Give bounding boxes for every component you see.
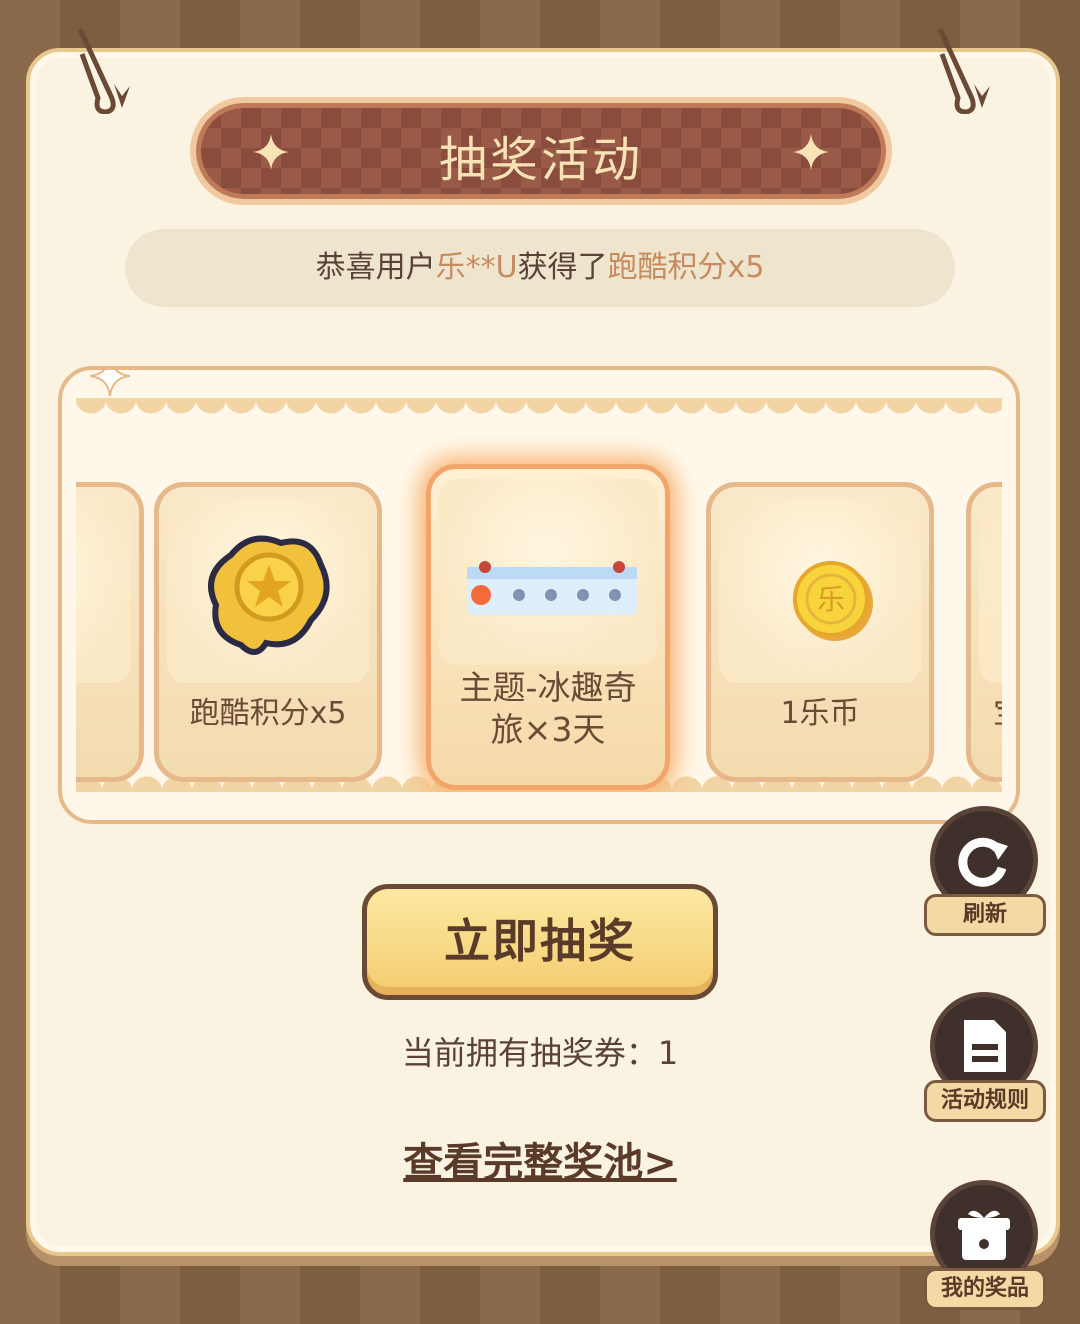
my-prizes-label: 我的奖品 [924,1268,1046,1310]
ticker-user: 乐**U [435,250,518,285]
refresh-label: 刷新 [924,894,1046,936]
safety-pin-icon [77,27,130,114]
rules-button[interactable]: 活动规则 [918,992,1048,1132]
ticket-value: 1 [657,1034,679,1072]
sparkle-icon [793,134,829,170]
document-icon [964,1020,1006,1072]
prize-label: 1乐币 [780,696,860,731]
safety-pin-icon [937,27,990,114]
prize-card-partial: 宝 [966,482,1002,782]
winner-ticker: 恭喜用户乐**U获得了跑酷积分x5 [125,229,955,307]
rules-label: 活动规则 [924,1080,1046,1122]
my-prizes-button[interactable]: 我的奖品 [918,1180,1048,1320]
prize-card: 跑酷积分x5 [154,482,382,782]
star-badge-icon [208,535,330,655]
sparkle-icon [90,370,130,396]
ticker-prize: 跑酷积分x5 [607,250,765,285]
prize-carousel: 跑酷积分x5 主题-冰趣奇旅×3天 乐 1乐币 [58,366,1020,824]
prize-track: 跑酷积分x5 主题-冰趣奇旅×3天 乐 1乐币 [76,398,1002,792]
page-title: 抽奖活动 [438,132,643,188]
wave-decoration [76,398,1002,428]
ticket-label: 当前拥有抽奖券： [401,1034,658,1072]
prize-card: 乐 1乐币 [706,482,934,782]
prize-card-partial [76,482,144,782]
theme-preview-icon [467,561,637,615]
gift-icon [958,1210,1010,1260]
title-banner: 抽奖活动 [196,103,886,199]
ticker-prefix: 恭喜用户 [315,250,436,285]
prize-label: 跑酷积分x5 [189,696,347,731]
le-coin-icon: 乐 [793,561,873,641]
refresh-button[interactable]: 刷新 [918,806,1048,946]
prize-label: 主题-冰趣奇旅×3天 [459,668,637,749]
svg-text:乐: 乐 [817,583,845,616]
prize-label: 宝 [971,695,1002,733]
prize-card-selected: 主题-冰趣奇旅×3天 [426,464,670,790]
ticker-middle: 获得了 [517,250,608,285]
draw-now-button[interactable]: 立即抽奖 [362,884,718,1000]
refresh-icon [958,837,1008,887]
